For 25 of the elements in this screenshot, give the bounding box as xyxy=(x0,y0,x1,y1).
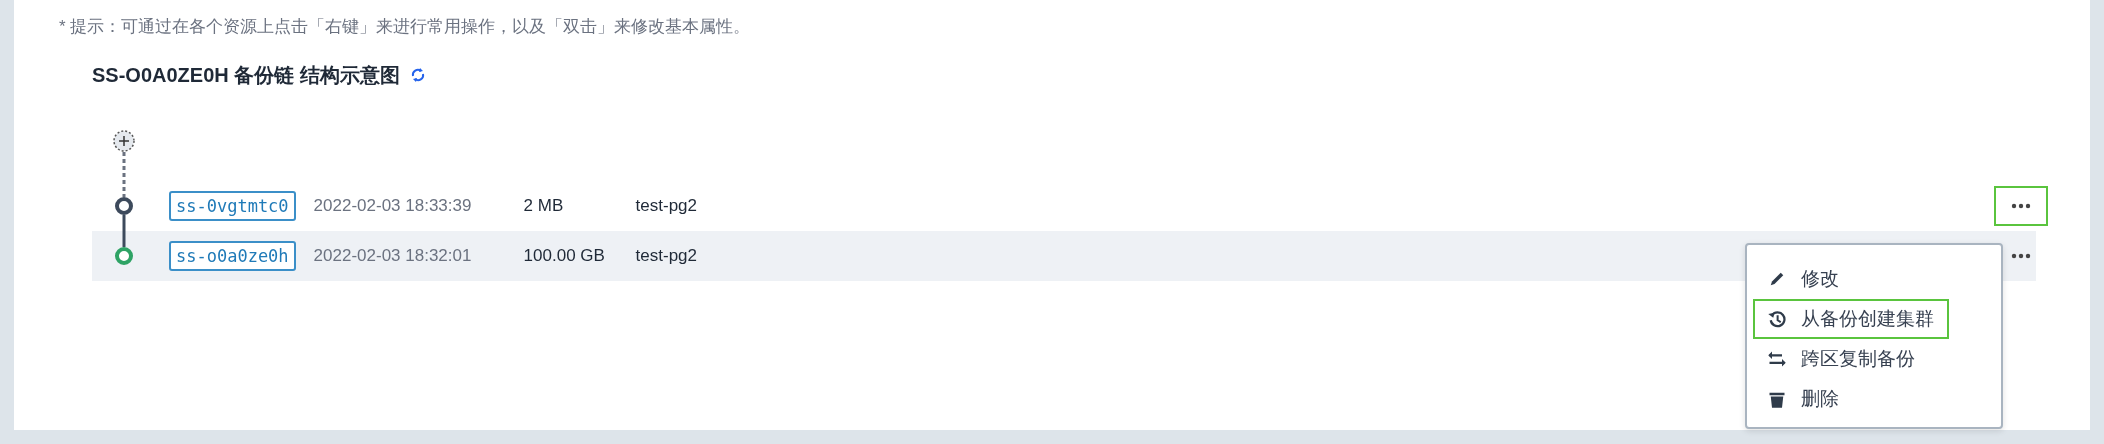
refresh-icon[interactable] xyxy=(409,67,426,83)
snapshot-id-tag[interactable]: ss-0vgtmtc0 xyxy=(169,191,296,221)
menu-item[interactable]: 删除 xyxy=(1753,379,1949,419)
menu-item[interactable]: 跨区复制备份 xyxy=(1753,339,1949,379)
cluster-name: test-pg2 xyxy=(635,245,698,268)
timestamp: 2022-02-03 18:32:01 xyxy=(313,245,473,268)
size-text: 2 MB xyxy=(523,195,565,218)
connector-line xyxy=(122,152,126,197)
history-icon xyxy=(1767,309,1787,329)
backup-node[interactable] xyxy=(115,197,133,215)
backup-node[interactable] xyxy=(115,247,133,265)
chart-title: SS-O0A0ZE0H 备份链 结构示意图 xyxy=(92,63,400,88)
timestamp: 2022-02-03 18:33:39 xyxy=(313,195,473,218)
more-icon xyxy=(2011,253,2031,259)
menu-item[interactable]: 修改 xyxy=(1753,259,1949,299)
swap-arrows-icon xyxy=(1767,349,1787,369)
menu-item[interactable]: 从备份创建集群 xyxy=(1753,299,1949,339)
more-button[interactable] xyxy=(1994,186,2048,226)
add-node-icon[interactable] xyxy=(113,130,135,152)
connector-line xyxy=(122,215,126,247)
cluster-name: test-pg2 xyxy=(635,195,698,218)
snapshot-id-tag[interactable]: ss-o0a0ze0h xyxy=(169,241,296,271)
hint-text: * 提示：可通过在各个资源上点击「右键」来进行常用操作，以及「双击」来修改基本属性。 xyxy=(59,16,752,38)
more-icon xyxy=(2011,203,2031,209)
size-text: 100.00 GB xyxy=(523,245,606,268)
